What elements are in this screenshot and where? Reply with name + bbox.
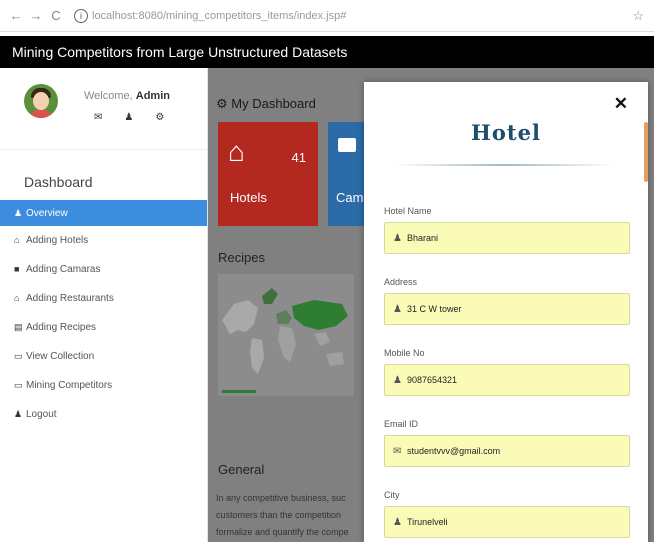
field-label: Mobile No (384, 348, 425, 358)
sidebar-item-label: Mining Competitors (26, 380, 113, 391)
field-email-id: Email ID ✉ studentvvv@gmail.com (384, 419, 630, 467)
sidebar-item-label: Adding Recipes (26, 322, 97, 333)
sidebar-item-adding-camaras[interactable]: ■ Adding Camaras (0, 255, 207, 284)
field-label: Address (384, 277, 418, 287)
user-icon: ♟ (393, 232, 402, 244)
laptop-icon: ▭ (14, 351, 23, 361)
sidebar-item-label: Adding Restaurants (26, 293, 114, 304)
modal-title: Hotel (471, 120, 541, 145)
field-mobile-no: Mobile No ♟ 9087654321 (384, 348, 630, 396)
user-icon: ♟ (14, 409, 23, 419)
sidebar-item-overview[interactable]: ♟ Overview (0, 200, 207, 226)
tile-cameras[interactable]: Cam (328, 122, 368, 226)
avatar (24, 84, 58, 118)
page-title: ⚙ My Dashboard (216, 96, 316, 111)
sidebar-item-label: Overview (26, 208, 68, 219)
hotel-modal: ✕ Hotel Hotel Name ♟ Bharani Address ♟ 31 … (364, 82, 648, 542)
dashboard-icon: ⚙ (216, 96, 232, 111)
field-label: City (384, 490, 400, 500)
email-input[interactable]: ✉ studentvvv@gmail.com (384, 435, 630, 467)
general-heading: General (218, 462, 265, 477)
camera-icon (338, 138, 356, 152)
bookmark-star-icon[interactable]: ☆ (632, 8, 644, 24)
field-label: Email ID (384, 419, 419, 429)
tile-hotels[interactable]: ⌂ 41 Hotels (218, 122, 318, 226)
field-city: City ♟ Tirunelveli (384, 490, 630, 538)
sidebar-item-adding-recipes[interactable]: ▤ Adding Recipes (0, 313, 207, 342)
laptop-icon: ▭ (14, 380, 23, 390)
url-host: localhost (92, 9, 136, 22)
general-text: In any competitive business, suc custome… (216, 493, 349, 537)
world-map (218, 274, 354, 396)
close-icon[interactable]: ✕ (614, 94, 628, 114)
mobile-input[interactable]: ♟ 9087654321 (384, 364, 630, 396)
reload-icon[interactable]: C (48, 8, 64, 23)
address-bar[interactable]: localhost:8080/mining_competitors_items/… (92, 10, 346, 22)
forward-icon[interactable]: → (28, 8, 44, 23)
sidebar-item-label: View Collection (26, 351, 95, 362)
field-label: Hotel Name (384, 206, 432, 216)
address-input[interactable]: ♟ 31 C W tower (384, 293, 630, 325)
sidebar-item-label: Adding Hotels (26, 235, 89, 246)
url-path: :8080/mining_competitors_items/index.jsp… (135, 9, 347, 22)
envelope-icon: ✉ (393, 445, 402, 457)
welcome-text: Welcome, Admin (84, 90, 170, 102)
sidebar-item-adding-restaurants[interactable]: ⌂ Adding Restaurants (0, 284, 207, 313)
sidebar-menu: ♟ Overview ⌂ Adding Hotels ■ Adding Camaras… (0, 200, 207, 429)
sidebar-item-adding-hotels[interactable]: ⌂ Adding Hotels (0, 226, 207, 255)
home-icon: ⌂ (228, 136, 245, 167)
user-icon: ♟ (393, 516, 402, 528)
sidebar-item-label: Logout (26, 409, 57, 420)
home-icon: ⌂ (14, 293, 20, 303)
user-icon: ♟ (393, 374, 402, 386)
hotel-name-input[interactable]: ♟ Bharani (384, 222, 630, 254)
user-icon: ♟ (393, 303, 402, 315)
sidebar: Welcome, Admin ✉ ♟ ⚙ Dashboard ♟ Overview… (0, 68, 208, 542)
sidebar-heading: Dashboard (24, 174, 93, 190)
app-title: Mining Competitors from Large Unstructur… (12, 44, 348, 60)
tile-count: 41 (291, 150, 306, 165)
sidebar-item-label: Adding Camaras (26, 264, 101, 275)
divider (392, 164, 616, 166)
home-icon: ⌂ (14, 235, 20, 245)
sidebar-item-mining-competitors[interactable]: ▭ Mining Competitors (0, 371, 207, 400)
user-icon[interactable]: ♟ (124, 112, 133, 123)
app-title-bar: Mining Competitors from Large Unstructur… (0, 36, 654, 68)
profile-actions: ✉ ♟ ⚙ (94, 112, 164, 123)
field-hotel-name: Hotel Name ♟ Bharani (384, 206, 630, 254)
city-input[interactable]: ♟ Tirunelveli (384, 506, 630, 538)
sidebar-item-view-collection[interactable]: ▭ View Collection (0, 342, 207, 371)
gear-icon[interactable]: ⚙ (155, 112, 164, 123)
tile-label: Hotels (230, 190, 267, 205)
back-icon[interactable]: ← (8, 8, 24, 23)
user-icon: ♟ (14, 208, 23, 218)
tile-label: Cam (336, 190, 364, 205)
recipes-heading: Recipes (218, 250, 265, 265)
profile-panel: Welcome, Admin ✉ ♟ ⚙ (0, 68, 207, 150)
scrollbar[interactable] (644, 122, 648, 182)
info-icon[interactable]: i (74, 8, 88, 23)
field-address: Address ♟ 31 C W tower (384, 277, 630, 325)
username: Admin (135, 90, 170, 102)
browser-toolbar: ← → C i localhost:8080/mining_competitor… (0, 0, 654, 32)
camera-icon: ■ (14, 264, 20, 274)
envelope-icon[interactable]: ✉ (94, 112, 102, 123)
sidebar-item-logout[interactable]: ♟ Logout (0, 400, 207, 429)
book-icon: ▤ (14, 322, 23, 332)
